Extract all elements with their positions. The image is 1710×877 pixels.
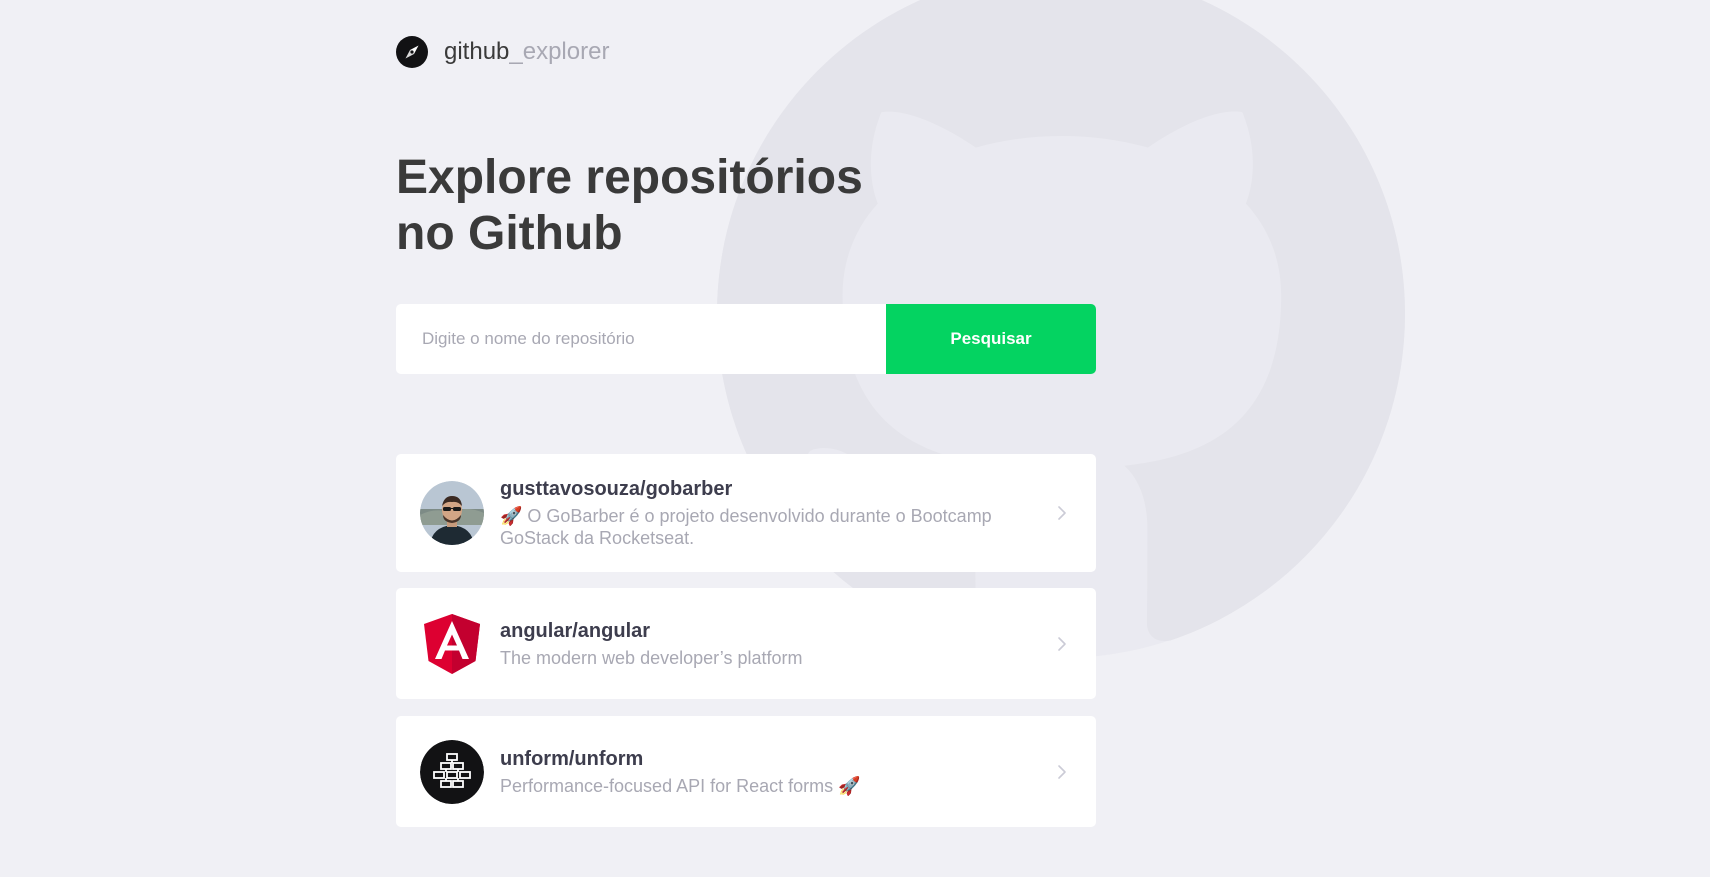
chevron-right-icon xyxy=(1058,636,1066,651)
repository-description: 🚀 O GoBarber é o projeto desenvolvido du… xyxy=(500,506,992,548)
repository-description: Performance-focused API for React forms … xyxy=(500,775,861,796)
repository-name: gusttavosouza/gobarber xyxy=(500,478,733,500)
search-form: Pesquisar xyxy=(396,304,1096,374)
repository-info: unform/unform Performance-focused API fo… xyxy=(500,747,1036,797)
compass-icon xyxy=(396,36,428,68)
repository-card-angular[interactable]: angular/angular The modern web developer… xyxy=(396,588,1096,699)
page-title: Explore repositórios no Github xyxy=(396,150,956,262)
chevron-right-icon xyxy=(1058,506,1066,520)
repository-description: The modern web developer’s platform xyxy=(500,647,803,668)
unform-logo-avatar xyxy=(420,739,484,804)
repository-card-unform[interactable]: unform/unform Performance-focused API fo… xyxy=(396,716,1096,827)
page-title-line2: no Github xyxy=(396,207,623,260)
repository-info: gusttavosouza/gobarber 🚀 O GoBarber é o … xyxy=(500,477,1036,549)
repository-name: unform/unform xyxy=(500,747,644,770)
brand-name-main: github xyxy=(444,38,510,65)
brand-logo[interactable]: github_explorer xyxy=(396,36,609,68)
repository-search-input[interactable] xyxy=(396,304,886,374)
angular-logo-avatar xyxy=(424,613,480,674)
search-button[interactable]: Pesquisar xyxy=(886,304,1096,374)
repository-card-gobarber[interactable]: gusttavosouza/gobarber 🚀 O GoBarber é o … xyxy=(396,454,1096,572)
repository-info: angular/angular The modern web developer… xyxy=(500,619,1036,669)
user-avatar xyxy=(420,481,484,545)
chevron-right-icon xyxy=(1058,764,1066,779)
repository-name: angular/angular xyxy=(500,619,651,642)
page-title-line1: Explore repositórios xyxy=(396,151,863,204)
brand-name: github_explorer xyxy=(444,36,609,68)
brand-name-muted: _explorer xyxy=(509,38,610,65)
